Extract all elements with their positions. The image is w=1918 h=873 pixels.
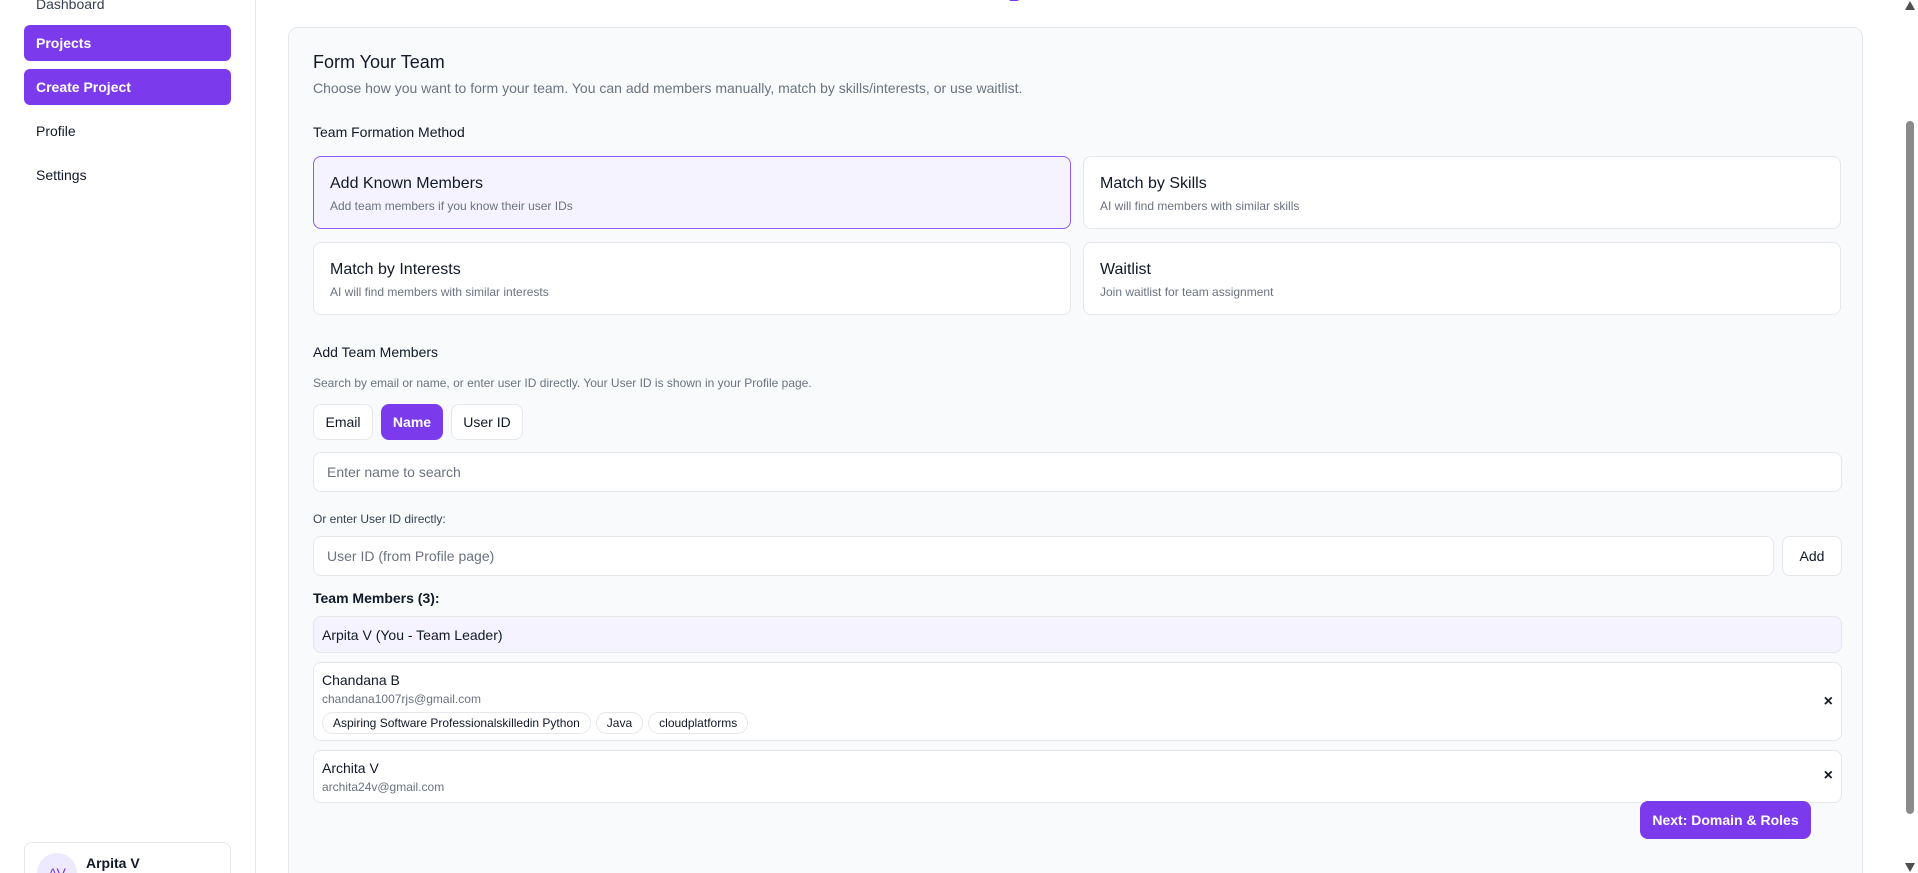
sidebar: Dashboard Projects Create Project Profil… [0, 0, 256, 873]
scroll-down-arrow-icon[interactable] [1905, 863, 1915, 872]
userid-input[interactable]: User ID (from Profile page) [313, 536, 1774, 576]
page-subtitle: Choose how you want to form your team. Y… [313, 80, 1023, 96]
method-title: Match by Skills [1100, 175, 1207, 192]
userid-label: Or enter User ID directly: [313, 512, 446, 526]
add-members-help: Search by email or name, or enter user I… [313, 376, 812, 390]
sidebar-item-create-project[interactable]: Create Project [24, 69, 231, 105]
user-name: Arpita V [86, 855, 140, 871]
sidebar-item-profile[interactable]: Profile [24, 113, 231, 149]
remove-member-icon[interactable]: × [1824, 767, 1833, 785]
team-member-row: Chandana B chandana1007rjs@gmail.com Asp… [313, 662, 1842, 741]
sidebar-item-dashboard[interactable]: Dashboard [24, 0, 231, 22]
scrollbar[interactable] [1902, 0, 1918, 873]
skill-tag: Aspiring Software Professionalskilledin … [322, 712, 591, 734]
team-member-row: Archita V archita24v@gmail.com × [313, 750, 1842, 803]
next-domain-roles-button[interactable]: Next: Domain & Roles [1640, 801, 1811, 839]
method-add-known-members[interactable]: Add Known Members Add team members if yo… [313, 156, 1071, 229]
skill-tag: Java [595, 712, 644, 734]
add-members-label: Add Team Members [313, 344, 439, 360]
search-mode-email[interactable]: Email [313, 404, 373, 440]
search-mode-name[interactable]: Name [381, 404, 443, 440]
step-indicator-dot [1009, 0, 1019, 1]
member-skill-tags: Aspiring Software Professionalskilledin … [322, 712, 749, 734]
search-mode-user-id[interactable]: User ID [451, 404, 523, 440]
method-desc: Join waitlist for team assignment [1100, 285, 1274, 299]
user-card[interactable]: AV Arpita V [24, 842, 231, 873]
method-desc: AI will find members with similar skills [1100, 199, 1300, 213]
member-name: Chandana B [322, 672, 400, 688]
method-match-by-skills[interactable]: Match by Skills AI will find members wit… [1083, 156, 1841, 229]
team-members-heading: Team Members (3): [313, 590, 440, 606]
avatar: AV [37, 853, 77, 873]
method-title: Waitlist [1100, 261, 1151, 278]
method-title: Match by Interests [330, 261, 461, 278]
scroll-up-arrow-icon[interactable] [1905, 1, 1915, 10]
main-content: Form Your Team Choose how you want to fo… [257, 0, 1902, 873]
page-title: Form Your Team [313, 52, 445, 72]
member-name: Archita V [322, 760, 379, 776]
method-desc: Add team members if you know their user … [330, 199, 573, 213]
member-name: Arpita V (You - Team Leader) [322, 627, 503, 643]
member-search-input[interactable]: Enter name to search [313, 452, 1842, 492]
member-email: chandana1007rjs@gmail.com [322, 692, 481, 706]
method-title: Add Known Members [330, 175, 483, 192]
team-member-leader: Arpita V (You - Team Leader) [313, 616, 1842, 653]
add-button[interactable]: Add [1782, 536, 1842, 576]
team-formation-card: Form Your Team Choose how you want to fo… [288, 27, 1863, 873]
skill-tag: cloudplatforms [648, 712, 749, 734]
sidebar-item-projects[interactable]: Projects [24, 25, 231, 61]
sidebar-item-settings[interactable]: Settings [24, 157, 231, 193]
remove-member-icon[interactable]: × [1824, 693, 1833, 711]
member-email: archita24v@gmail.com [322, 780, 445, 794]
method-waitlist[interactable]: Waitlist Join waitlist for team assignme… [1083, 242, 1841, 315]
method-desc: AI will find members with similar intere… [330, 285, 549, 299]
scrollbar-thumb[interactable] [1906, 121, 1914, 814]
method-match-by-interests[interactable]: Match by Interests AI will find members … [313, 242, 1071, 315]
method-section-label: Team Formation Method [313, 124, 465, 140]
